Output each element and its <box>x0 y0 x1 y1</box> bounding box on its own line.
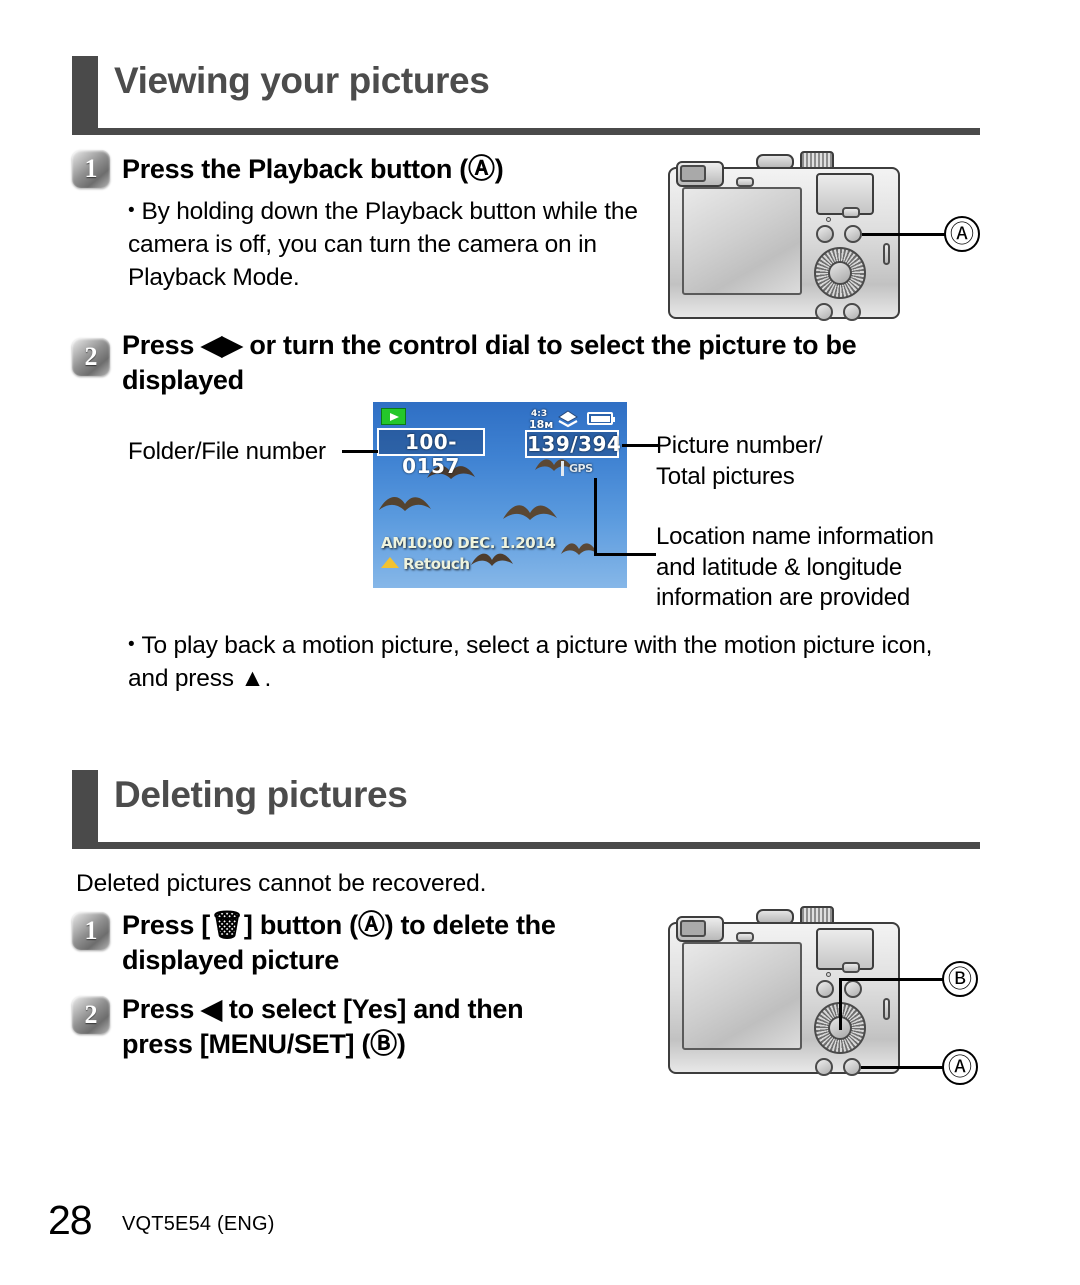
camera-illustration-top: Ⓐ <box>656 145 986 330</box>
leader-picture-number <box>622 444 658 447</box>
step-heading-1-viewing: Press the Playback button (Ⓐ) <box>122 152 662 187</box>
playback-button-icon <box>844 225 862 243</box>
quality-fine-icon <box>558 410 578 428</box>
label-picture-number-line2: Total pictures <box>656 462 795 490</box>
step-heading-2-deleting: Press ◀ to select [Yes] and then press [… <box>122 992 662 1061</box>
document-code: VQT5E54 (ENG) <box>122 1213 275 1235</box>
callout-circle-b-bottom: Ⓑ <box>942 961 978 997</box>
label-picture-number: Picture number/ Total pictures <box>656 431 986 492</box>
step-heading-1-viewing-text: Press the Playback button (Ⓐ) <box>122 154 504 184</box>
bird-silhouette-icon <box>561 543 597 555</box>
step-heading-2-deleting-line2: press [MENU/SET] (Ⓑ) <box>122 1028 406 1059</box>
viewfinder-eyepiece-icon <box>680 920 706 937</box>
header-horizontal-rule <box>72 128 980 135</box>
leader-callout-b-horizontal <box>839 978 944 981</box>
playback-mode-icon <box>381 408 406 425</box>
camera-lcd-screen <box>682 942 802 1050</box>
step-heading-2-deleting-line1: Press ◀ to select [Yes] and then <box>122 994 524 1024</box>
step-badge-1-deleting: 1 <box>72 912 110 950</box>
display-button-icon <box>815 1058 833 1076</box>
delete-button-icon <box>843 1058 861 1076</box>
step-badge-2-viewing: 2 <box>72 338 110 376</box>
page-title-deleting: Deleting pictures <box>114 774 408 815</box>
viewfinder-eyepiece-icon <box>680 165 706 182</box>
picture-counter-box: 139/394 <box>525 430 622 458</box>
camera-illustration-bottom: Ⓑ Ⓐ <box>656 900 986 1090</box>
wifi-button-icon <box>842 207 860 218</box>
fn-button-icon <box>816 980 834 998</box>
step-heading-1-deleting-line1: Press [🗑] button (Ⓐ) to delete the <box>122 910 556 940</box>
label-folder-file-number: Folder/File number <box>128 438 326 465</box>
bird-silhouette-icon <box>379 497 431 511</box>
step-heading-1-deleting-line2: displayed picture <box>122 944 339 975</box>
retouch-triangle-icon <box>381 557 399 568</box>
bird-silhouette-icon <box>503 505 557 520</box>
step-heading-2-viewing: Press ◀▶ or turn the control dial to sel… <box>122 328 962 397</box>
display-button-icon <box>815 303 833 321</box>
menu-set-button-icon <box>828 261 852 285</box>
step-heading-1-deleting: Press [🗑] button (Ⓐ) to delete the displ… <box>122 908 662 977</box>
gps-indicator: GPS <box>561 461 593 476</box>
playback-button-icon <box>844 980 862 998</box>
camera-lcd-screen <box>682 187 802 295</box>
folder-file-number-box: 100-0157 <box>377 428 485 478</box>
leader-folder-file-number <box>342 450 378 453</box>
status-led-icon <box>826 217 831 222</box>
step-heading-2-viewing-text: Press ◀▶ or turn the control dial to sel… <box>122 330 857 395</box>
step-1-bullet-viewing: • By holding down the Playback button whi… <box>128 196 648 294</box>
lcd-sample-photo: 100-0157 4:3 18м 139/394 GPS AM10:00 DEC… <box>373 402 627 588</box>
header-vertical-bar <box>72 56 98 134</box>
bullet-dot-icon: • <box>128 200 135 221</box>
side-strap-lug <box>883 243 890 265</box>
delete-button-icon <box>843 303 861 321</box>
retouch-label: Retouch <box>403 555 470 573</box>
callout-leader-a-top <box>862 233 946 236</box>
datestamp-overlay: AM10:00 DEC. 1.2014 <box>381 534 556 552</box>
leader-gps-horizontal <box>594 553 656 556</box>
resolution-value: 18м <box>529 418 554 431</box>
step-1-bullet-text: By holding down the Playback button whil… <box>128 198 638 291</box>
wifi-button-icon <box>842 962 860 973</box>
bullet-dot-icon: • <box>128 634 135 655</box>
callout-circle-a-top: Ⓐ <box>944 216 980 252</box>
step-2-bullet-text: To play back a motion picture, select a … <box>128 632 933 692</box>
side-strap-lug <box>883 998 890 1020</box>
label-picture-number-line1: Picture number/ <box>656 432 823 459</box>
label-location-info: Location name information and latitude &… <box>656 522 996 614</box>
leader-gps-vertical <box>594 478 597 555</box>
callout-circle-a-bottom: Ⓐ <box>942 1049 978 1085</box>
header-vertical-bar <box>72 770 98 848</box>
top-small-button-icon <box>736 177 754 187</box>
page-title-viewing: Viewing your pictures <box>114 60 490 101</box>
label-location-info-line2: and latitude & longitude <box>656 553 903 581</box>
leader-callout-a-bottom <box>861 1066 944 1069</box>
step-badge-2-deleting: 2 <box>72 996 110 1034</box>
label-location-info-line3: information are provided <box>656 584 911 612</box>
status-led-icon <box>826 972 831 977</box>
deleting-intro-text: Deleted pictures cannot be recovered. <box>76 870 487 897</box>
header-horizontal-rule <box>72 842 980 849</box>
step-2-bullet-viewing: • To play back a motion picture, select a… <box>128 630 948 696</box>
battery-full-icon <box>587 412 615 425</box>
page-number: 28 <box>48 1197 93 1243</box>
leader-callout-b-vertical <box>839 978 842 1030</box>
step-badge-1-viewing: 1 <box>72 150 110 188</box>
fn-button-icon <box>816 225 834 243</box>
top-small-button-icon <box>736 932 754 942</box>
label-location-info-line1: Location name information <box>656 523 934 550</box>
